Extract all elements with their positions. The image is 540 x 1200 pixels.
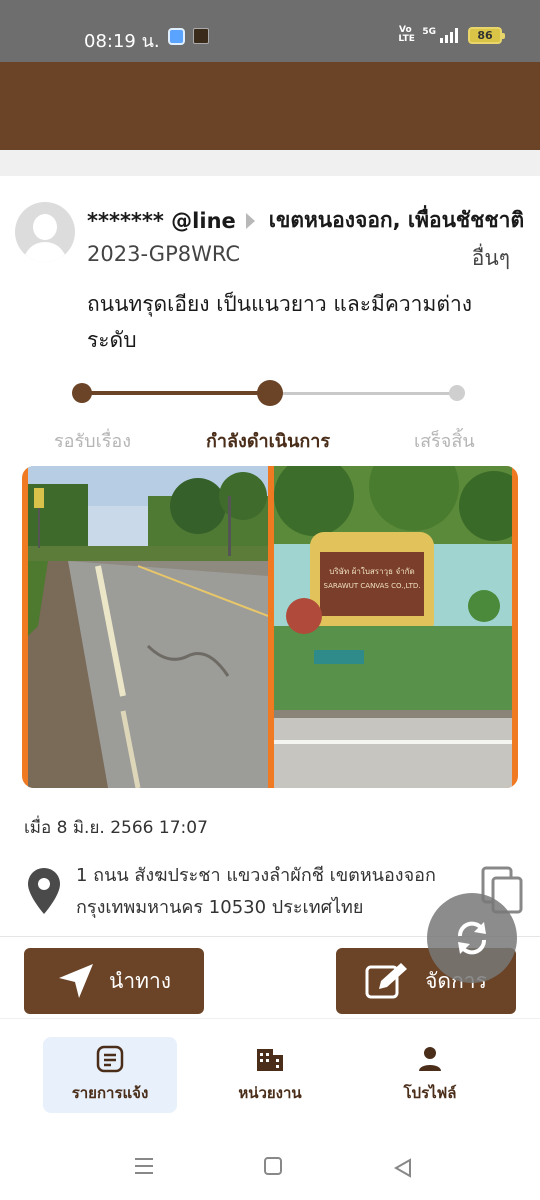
navigation-arrow-icon — [58, 964, 93, 998]
report-photos[interactable]: บริษัท ผ้าใบสราวุธ จำกัด SARAWUT CANVAS … — [22, 466, 518, 788]
person-icon — [419, 1047, 441, 1071]
building-icon — [257, 1049, 283, 1071]
bottom-nav: รายการแจ้ง หน่วยงาน โปรไฟล์ — [0, 1018, 540, 1130]
app-notification-icon — [168, 28, 185, 45]
status-indicators: Vo LTE 5G 86 — [398, 25, 505, 44]
photo-before[interactable] — [28, 466, 268, 788]
sign-text-english: SARAWUT CANVAS CO.,LTD. — [324, 582, 421, 590]
navigate-button-label: นำทาง — [108, 968, 172, 993]
list-icon — [96, 1045, 124, 1073]
step-label-in-progress: กำลังดำเนินการ — [206, 431, 331, 452]
ticket-id: 2023-GP8WRC — [87, 242, 241, 266]
nav-label-profile: โปรไฟล์ — [403, 1084, 457, 1102]
status-time: 08:19 น. — [84, 31, 160, 52]
recent-apps-icon[interactable] — [135, 1158, 153, 1179]
nav-label-agencies: หน่วยงาน — [238, 1084, 302, 1102]
caret-right-icon — [245, 212, 255, 229]
signal-icon: 5G — [422, 27, 458, 43]
report-description: ถนนทรุดเอียง เป็นแนวยาว และมีความต่าง ระ… — [87, 292, 473, 352]
report-timestamp: เมื่อ 8 มิ.ย. 2566 17:07 — [24, 818, 208, 838]
battery-icon: 86 — [468, 26, 505, 44]
app-header — [0, 62, 540, 150]
step-label-received: รอรับเรื่อง — [54, 431, 131, 452]
navigate-button[interactable]: นำทาง — [24, 948, 204, 1014]
refresh-icon — [457, 921, 487, 955]
progress-dot-received — [72, 383, 92, 403]
refresh-button[interactable] — [427, 893, 517, 983]
header-divider — [0, 150, 540, 176]
back-icon[interactable] — [394, 1158, 412, 1178]
status-bar: 08:19 น. Vo LTE 5G 86 — [0, 0, 540, 62]
progress-fill — [82, 391, 270, 395]
nav-item-reports[interactable]: รายการแจ้ง — [43, 1037, 177, 1113]
photo-after[interactable]: บริษัท ผ้าใบสราวุธ จำกัด SARAWUT CANVAS … — [274, 466, 512, 788]
report-user-line: ******* @line เขตหนองจอก, เพื่อนชัชชาติ — [87, 204, 540, 237]
volte-icon: Vo LTE — [398, 25, 415, 44]
app-notification-icon — [193, 28, 209, 44]
report-category: อื่นๆ — [471, 246, 510, 270]
report-address: 1 ถนน สังฆประชา แขวงลำผักชี เขตหนองจอก ก… — [76, 865, 436, 918]
report-district: เขตหนองจอก, เพื่อนชัชชาติ — [268, 208, 525, 232]
edit-icon — [365, 963, 408, 999]
nav-item-agencies[interactable]: หน่วยงาน — [203, 1037, 337, 1113]
home-icon[interactable] — [264, 1157, 282, 1175]
nav-item-profile[interactable]: โปรไฟล์ — [363, 1037, 497, 1113]
avatar — [15, 202, 75, 262]
report-user: ******* @line — [87, 208, 236, 233]
system-nav-bar — [0, 1130, 540, 1200]
progress-dot-done — [449, 385, 465, 401]
progress-dot-in-progress — [257, 380, 283, 406]
step-label-done: เสร็จสิ้น — [414, 431, 475, 452]
status-progress — [70, 380, 470, 406]
sign-text-thai: บริษัท ผ้าใบสราวุธ จำกัด — [329, 567, 414, 576]
location-pin-icon — [28, 868, 60, 914]
nav-label-reports: รายการแจ้ง — [71, 1084, 149, 1102]
